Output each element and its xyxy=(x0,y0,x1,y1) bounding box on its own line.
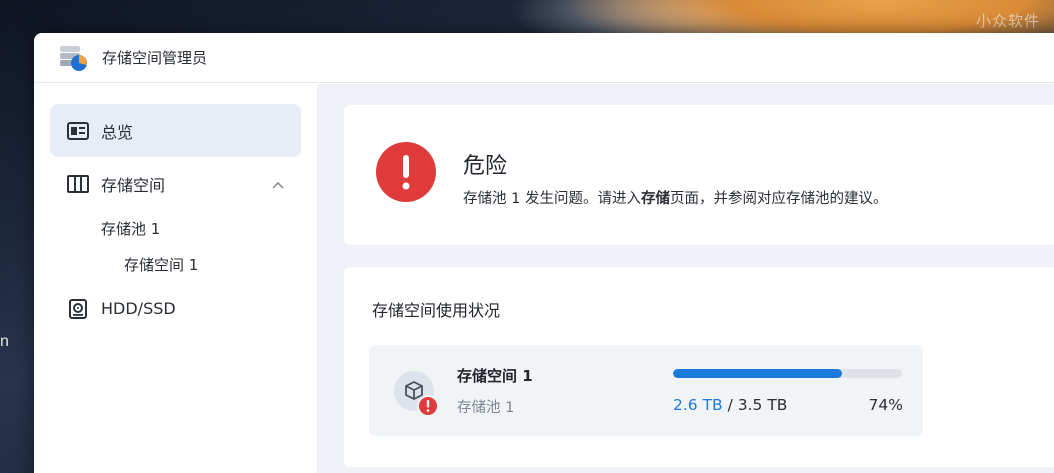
desktop-edge-text: n xyxy=(0,333,9,350)
alert-title: 危险 xyxy=(463,154,508,179)
sidebar-item-storage-pool-1[interactable]: 存储池 1 xyxy=(34,210,317,246)
sidebar-item-label: 存储池 1 xyxy=(101,219,161,238)
storage-manager-icon xyxy=(58,43,88,73)
sidebar-item-label: 存储空间 1 xyxy=(124,255,199,274)
sidebar-item-label: HDD/SSD xyxy=(101,299,176,318)
volume-pool: 存储池 1 xyxy=(457,400,515,416)
usage-capacity: 2.6 TB / 3.5 TB xyxy=(673,396,787,414)
volume-row[interactable]: 存储空间 1 存储池 1 2.6 TB / 3.5 TB 74% xyxy=(369,345,923,436)
sidebar-item-label: 总览 xyxy=(101,122,134,142)
usage-progress-bar xyxy=(673,369,902,378)
usage-title: 存储空间使用状况 xyxy=(372,301,501,320)
window-title: 存储空间管理员 xyxy=(102,49,208,67)
alert-message: 存储池 1 发生问题。请进入存储页面，并参阅对应存储池的建议。 xyxy=(463,191,888,207)
usage-percent: 74% xyxy=(868,396,903,414)
app-window: 存储空间管理员 总览 存储空间 存储池 1 存储空间 1 HDD/SSD 危险 … xyxy=(34,33,1054,473)
sidebar-item-volume-1[interactable]: 存储空间 1 xyxy=(34,246,317,282)
sidebar-item-hdd-ssd[interactable]: HDD/SSD xyxy=(50,282,301,335)
storage-panel-icon xyxy=(67,174,89,194)
overview-card-icon xyxy=(67,121,89,141)
main-content: 危险 存储池 1 发生问题。请进入存储页面，并参阅对应存储池的建议。 存储空间使… xyxy=(318,84,1054,473)
watermark: 小众软件 xyxy=(975,13,1040,30)
alert-card: 危险 存储池 1 发生问题。请进入存储页面，并参阅对应存储池的建议。 xyxy=(344,105,1054,245)
usage-total: 3.5 TB xyxy=(737,396,788,414)
sidebar-item-overview[interactable]: 总览 xyxy=(50,104,301,157)
storage-page-link[interactable]: 存储 xyxy=(641,191,670,207)
chevron-up-icon[interactable] xyxy=(271,177,285,191)
sidebar-item-storage[interactable]: 存储空间 xyxy=(50,157,301,210)
usage-progress-fill xyxy=(673,369,843,378)
title-bar: 存储空间管理员 xyxy=(34,33,1054,83)
danger-icon xyxy=(375,141,437,203)
volume-name: 存储空间 1 xyxy=(457,367,533,385)
usage-separator: / xyxy=(722,396,738,414)
sidebar-item-label: 存储空间 xyxy=(101,175,166,195)
sidebar: 总览 存储空间 存储池 1 存储空间 1 HDD/SSD xyxy=(34,84,318,473)
volume-cube-icon xyxy=(394,371,440,417)
usage-card: 存储空间使用状况 存储空间 1 存储池 1 2.6 TB / 3.5 TB 74… xyxy=(344,267,1054,467)
usage-used: 2.6 TB xyxy=(673,396,723,414)
disk-icon xyxy=(67,298,89,319)
